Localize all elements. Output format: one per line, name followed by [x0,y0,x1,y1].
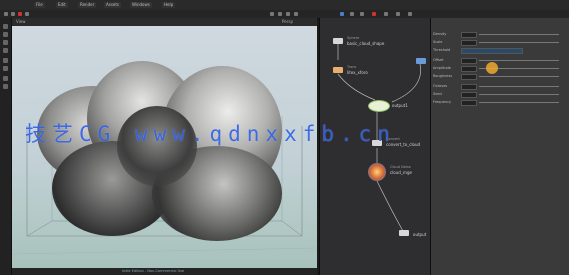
network-tool-icon[interactable] [350,12,354,16]
param-label: Amplitude [433,66,451,70]
param-field[interactable] [461,32,477,38]
param-slider[interactable] [479,42,559,43]
network-tool-icon[interactable] [408,12,412,16]
move-tool-icon[interactable] [3,32,8,37]
node-light-input[interactable] [416,58,426,64]
select-tool-icon[interactable] [3,24,8,29]
param-field[interactable] [461,84,477,90]
network-tool-icon[interactable] [340,12,344,16]
cursor-highlight [486,62,498,74]
node-type-label: Cloud Noise [390,165,411,169]
param-field[interactable] [461,48,523,54]
param-label: Scale [433,40,443,44]
param-field[interactable] [461,92,477,98]
node-type-label: Sphere [347,36,360,40]
param-label: Seed [433,92,442,96]
node-name-label: output [413,232,427,237]
node-name-label: cloud_rnge [390,170,412,175]
menu-file[interactable]: File [34,2,45,8]
param-slider[interactable] [479,94,559,95]
shelf-tool-icon[interactable] [286,12,290,16]
param-field[interactable] [461,66,477,72]
handle-tool-icon[interactable] [3,58,8,63]
param-label: Offset [433,58,444,62]
display-tool-icon[interactable] [3,84,8,89]
license-status: Indie Edition - Non-Commercial Use [122,269,185,273]
shelf-tool-icon[interactable] [4,12,8,16]
menu-assets[interactable]: Assets [104,2,122,8]
param-label: Frequency [433,100,452,104]
rotate-tool-icon[interactable] [3,40,8,45]
node-basic-cloud-shape[interactable] [333,38,343,44]
camera-menu[interactable]: Persp [282,19,293,24]
param-slider[interactable] [479,102,559,103]
param-slider[interactable] [479,60,559,61]
shelf-tool-icon[interactable] [278,12,282,16]
node-name-label: litex_xforo [347,70,368,75]
node-output1[interactable] [368,100,390,112]
param-slider[interactable] [479,34,559,35]
node-name-label: basic_cloud_shape [347,41,385,46]
viewport-toolbar [0,18,12,275]
param-label: Roughness [433,74,453,78]
param-label: Threshold [433,48,451,52]
shelf-tool-icon[interactable] [11,12,15,16]
node-name-label: output1 [392,103,408,108]
param-field[interactable] [461,74,477,80]
network-tool-icon[interactable] [360,12,364,16]
param-label: Octaves [433,84,448,88]
menu-edit[interactable]: Edit [56,2,68,8]
shelf-tool-icon[interactable] [270,12,274,16]
viewport-title[interactable]: View [16,19,26,24]
param-field[interactable] [461,58,477,64]
record-icon[interactable] [18,12,22,16]
menu-help[interactable]: Help [162,2,176,8]
network-tool-icon[interactable] [372,12,376,16]
scale-tool-icon[interactable] [3,48,8,53]
node-type-label: Trans [347,65,357,69]
menu-render[interactable]: Render [78,2,97,8]
param-label: Density [433,32,447,36]
network-tool-icon[interactable] [396,12,400,16]
watermark-text: 技艺CG www.qdnxxfb.cn [25,122,396,146]
shelf-tool-icon[interactable] [25,12,29,16]
param-slider[interactable] [479,86,559,87]
network-tool-icon[interactable] [384,12,388,16]
shelf-tool-icon[interactable] [294,12,298,16]
menu-windows[interactable]: Windows [130,2,152,8]
node-cloud-rnge[interactable] [368,163,386,181]
param-field[interactable] [461,40,477,46]
camera-tool-icon[interactable] [3,66,8,71]
param-field[interactable] [461,100,477,106]
node-litex-xforo[interactable] [333,67,343,73]
viewport-status-bar: Indie Edition - Non-Commercial Use [12,268,317,275]
node-output[interactable] [399,230,409,236]
param-slider[interactable] [479,76,559,77]
snap-tool-icon[interactable] [3,76,8,81]
